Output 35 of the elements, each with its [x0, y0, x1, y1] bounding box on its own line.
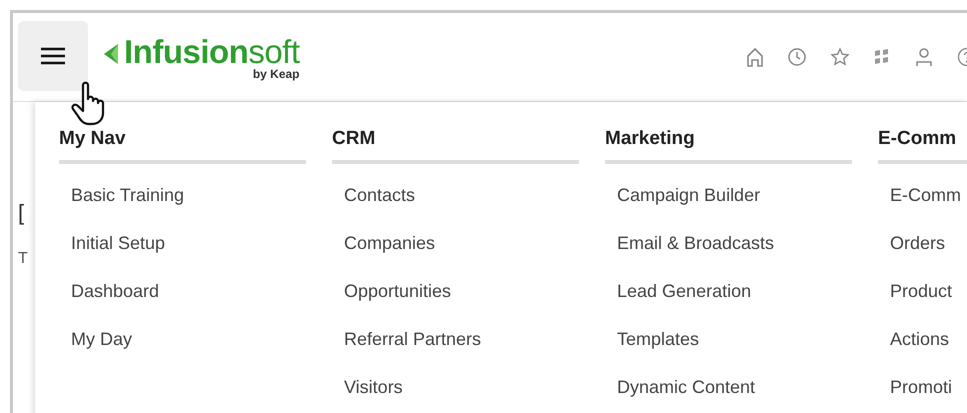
- menu-item[interactable]: Templates: [605, 324, 852, 372]
- home-icon[interactable]: [746, 47, 764, 67]
- menu-item[interactable]: Orders: [878, 228, 967, 276]
- menu-item[interactable]: Promoti: [878, 372, 967, 413]
- page-text-fragment: [: [17, 200, 26, 226]
- menu-item[interactable]: E-Comm: [878, 180, 967, 228]
- logo-wordmark: Infusionsoft: [124, 33, 300, 70]
- apps-icon[interactable]: [873, 48, 891, 66]
- menu-item[interactable]: Email & Broadcasts: [605, 228, 852, 276]
- menu-item[interactable]: Lead Generation: [605, 276, 852, 324]
- menu-column-heading: E-Comm: [878, 128, 967, 164]
- page-text-fragment: T: [17, 249, 29, 269]
- logo-icon: [102, 43, 120, 65]
- menu-item[interactable]: Product: [878, 276, 967, 324]
- menu-item[interactable]: Opportunities: [332, 276, 579, 324]
- menu-column-heading: CRM: [332, 128, 579, 164]
- menu-column-heading: My Nav: [59, 128, 306, 164]
- menu-item[interactable]: Actions: [878, 324, 967, 372]
- menu-item[interactable]: Visitors: [332, 372, 579, 413]
- menu-item[interactable]: My Day: [59, 324, 306, 372]
- menu-item[interactable]: Dynamic Content: [605, 372, 852, 413]
- menu-button[interactable]: [18, 21, 88, 91]
- menu-item[interactable]: Referral Partners: [332, 324, 579, 372]
- menu-icon: [40, 47, 66, 65]
- user-icon[interactable]: [914, 47, 934, 67]
- clock-icon[interactable]: [787, 47, 807, 67]
- menu-column-heading: Marketing: [605, 128, 852, 164]
- menu-item[interactable]: Campaign Builder: [605, 180, 852, 228]
- logo-tagline: by Keap: [252, 67, 300, 81]
- menu-item[interactable]: Basic Training: [59, 180, 306, 228]
- menu-item[interactable]: Contacts: [332, 180, 579, 228]
- menu-item[interactable]: Dashboard: [59, 276, 306, 324]
- menu-item[interactable]: Initial Setup: [59, 228, 306, 276]
- star-icon[interactable]: [830, 47, 850, 67]
- menu-item[interactable]: Companies: [332, 228, 579, 276]
